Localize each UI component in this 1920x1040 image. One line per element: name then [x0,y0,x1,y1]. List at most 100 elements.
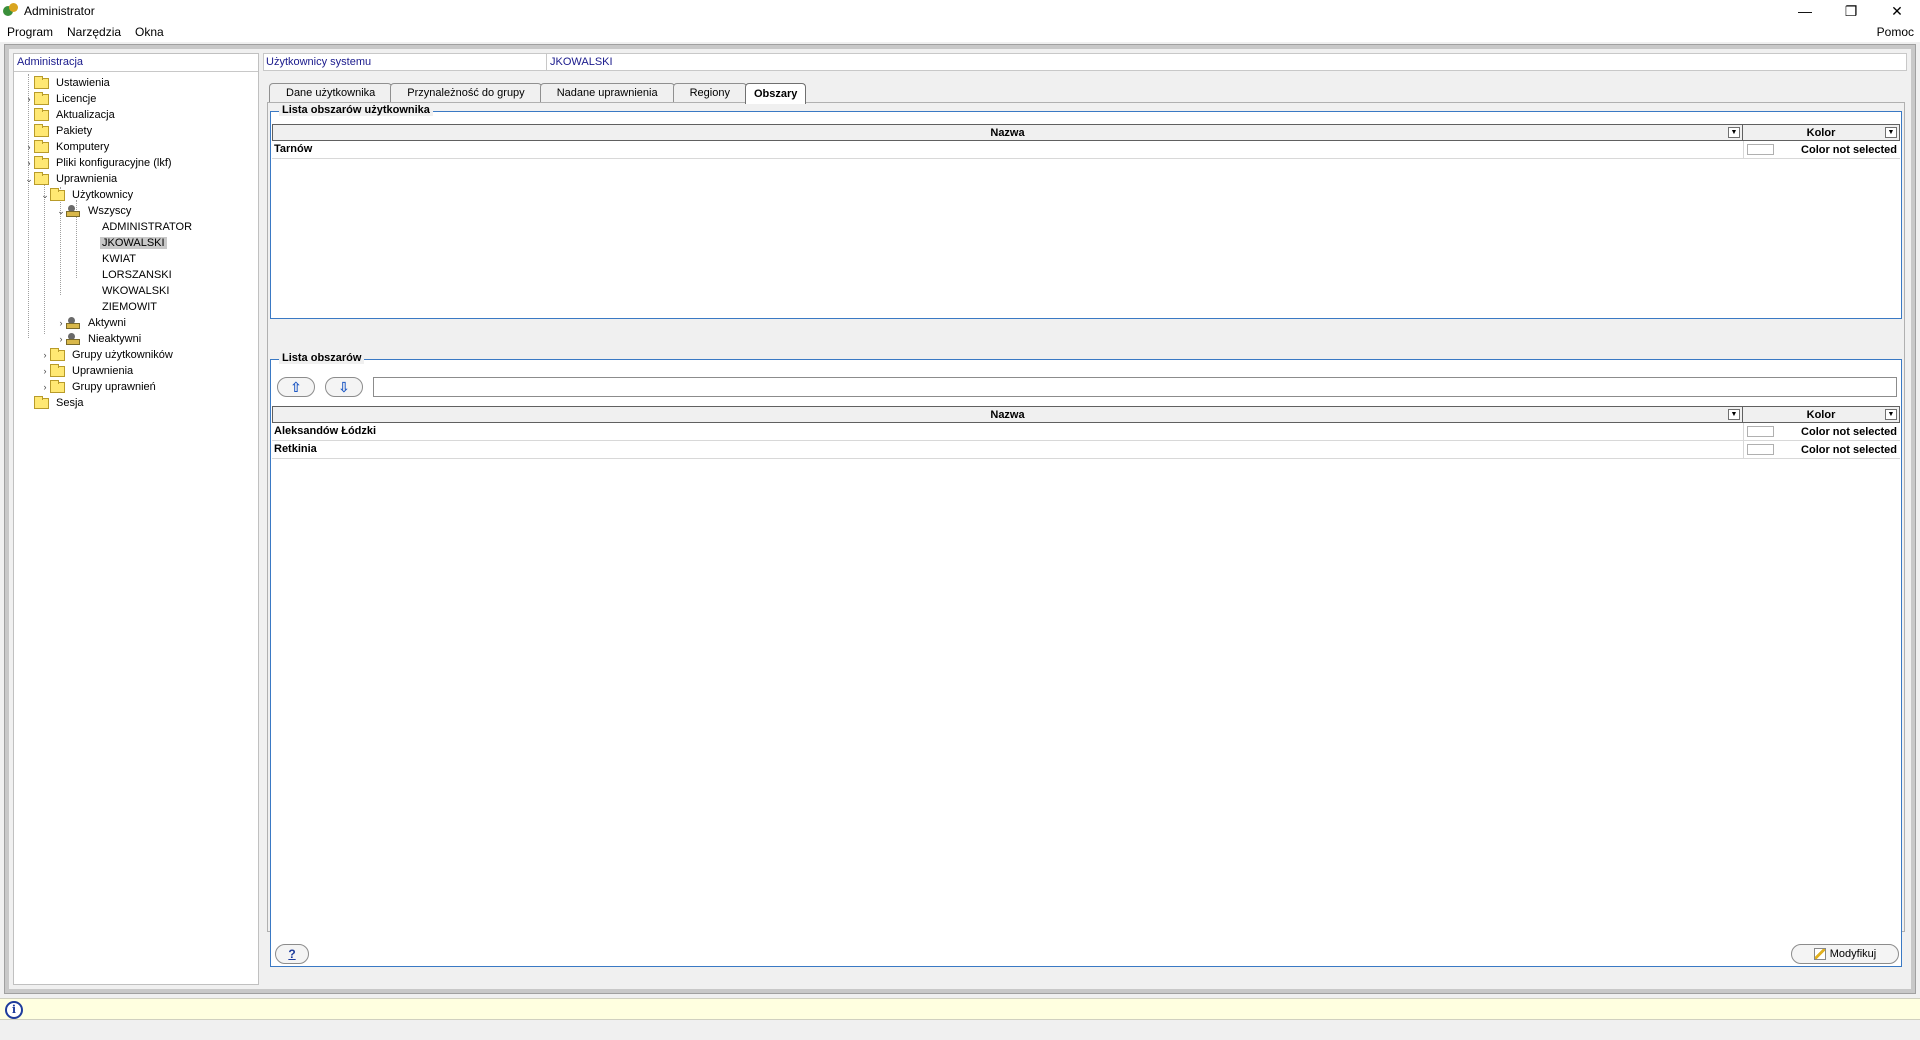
users-icon [66,333,82,345]
breadcrumb-section: Użytkownicy systemu [266,56,372,68]
modify-button[interactable]: Modyfikuj [1791,944,1899,964]
collapse-icon[interactable]: ⌄ [56,206,66,217]
close-button[interactable]: ✕ [1874,0,1920,22]
folder-icon [34,75,49,89]
filter-dropdown-icon[interactable]: ▼ [1728,409,1740,420]
window-title: Administrator [24,4,95,18]
nav-header: Administracja [14,54,258,72]
expand-icon[interactable]: › [24,94,34,104]
expand-icon[interactable]: › [24,158,34,168]
move-up-button[interactable]: ⇧ [277,377,315,397]
folder-icon [34,171,49,185]
folder-icon [50,187,65,201]
collapse-icon[interactable]: ⌄ [24,174,34,185]
action-bar: ? Modyfikuj [267,934,1905,978]
expand-icon[interactable]: › [24,142,34,152]
menu-pomoc[interactable]: Pomoc [1877,25,1914,39]
arrow-down-icon: ⇩ [338,378,350,395]
tree-item-uprawnienia-sub[interactable]: › Uprawnienia [14,363,258,379]
color-swatch[interactable] [1747,144,1774,155]
arrow-up-icon: ⇧ [290,378,302,395]
tab-strip: Dane użytkownika Przynależność do grupy … [269,83,807,104]
column-header-nazwa[interactable]: Nazwa ▼ [273,125,1743,140]
tree-item-user[interactable]: LORSZANSKI [14,267,258,283]
tree-item-grupy-uzytkownikow[interactable]: › Grupy użytkowników [14,347,258,363]
minimize-button[interactable]: — [1782,0,1828,22]
tab-regiony[interactable]: Regiony [672,83,747,103]
menu-narzedzia[interactable]: Narzędzia [60,25,128,39]
folder-icon [50,347,65,361]
users-icon [66,205,82,217]
menu-okna[interactable]: Okna [128,25,171,39]
tree-item-pliki-konfiguracyjne[interactable]: › Pliki konfiguracyjne (lkf) [14,155,258,171]
all-areas-group: Lista obszarów ⇧ ⇩ Nazwa ▼ Kolor ▼ Aleksan… [270,352,1902,967]
color-label: Color not selected [1801,443,1897,456]
folder-icon [34,139,49,153]
tab-dane-uzytkownika[interactable]: Dane użytkownika [269,83,393,103]
tree-item-uprawnienia[interactable]: ⌄ Uprawnienia [14,171,258,187]
tree-item-pakiety[interactable]: Pakiety [14,123,258,139]
folder-icon [34,155,49,169]
expand-icon[interactable]: › [40,382,50,392]
expand-icon[interactable]: › [40,366,50,376]
all-areas-grid: Nazwa ▼ Kolor ▼ Aleksandów Łódzki Color no… [272,406,1900,459]
tree-item-wszyscy[interactable]: ⌄ Wszyscy [14,203,258,219]
tree-item-user[interactable]: ADMINISTRATOR [14,219,258,235]
filter-dropdown-icon[interactable]: ▼ [1885,127,1897,138]
table-row[interactable]: Tarnów Color not selected [272,141,1900,159]
tree-item-user[interactable]: KWIAT [14,251,258,267]
folder-icon [34,123,49,137]
expand-icon[interactable]: › [56,334,66,344]
menu-bar: Program Narzędzia Okna Pomoc [0,22,1920,42]
all-areas-title: Lista obszarów [279,352,365,364]
color-swatch[interactable] [1747,444,1774,455]
tree-item-licencje[interactable]: › Licencje [14,91,258,107]
tree-item-grupy-uprawnien[interactable]: › Grupy uprawnień [14,379,258,395]
folder-icon [50,379,65,393]
tree-item-sesja[interactable]: Sesja [14,395,258,411]
users-icon [66,317,82,329]
tree-item-komputery[interactable]: › Komputery [14,139,258,155]
info-icon[interactable]: i [5,1001,23,1019]
expand-icon[interactable]: › [56,318,66,328]
tree-item-aktywni[interactable]: › Aktywni [14,315,258,331]
filter-dropdown-icon[interactable]: ▼ [1885,409,1897,420]
tree-item-user[interactable]: ZIEMOWIT [14,299,258,315]
filter-dropdown-icon[interactable]: ▼ [1728,127,1740,138]
color-swatch[interactable] [1747,426,1774,437]
user-areas-group: Lista obszarów użytkownika Nazwa ▼ Kolor ▼… [270,104,1902,319]
restore-button[interactable]: ❐ [1828,0,1874,22]
tree-item-aktualizacja[interactable]: Aktualizacja [14,107,258,123]
search-input[interactable] [373,377,1897,397]
table-row[interactable]: Retkinia Color not selected [272,441,1900,459]
user-areas-grid: Nazwa ▼ Kolor ▼ Tarnów Color not selected [272,124,1900,159]
move-down-button[interactable]: ⇩ [325,377,363,397]
expand-icon[interactable]: › [40,350,50,360]
column-header-kolor[interactable]: Kolor ▼ [1743,407,1899,422]
collapse-icon[interactable]: ⌄ [40,190,50,201]
navigation-panel: Administracja Ustawienia › Licencje Aktua… [13,53,259,985]
menu-program[interactable]: Program [0,25,60,39]
column-header-nazwa[interactable]: Nazwa ▼ [273,407,1743,422]
tab-panel-obszary: Lista obszarów użytkownika Nazwa ▼ Kolor ▼… [267,102,1905,967]
color-label: Color not selected [1801,425,1897,438]
area-name: Retkinia [272,441,1744,458]
tree-item-uzytkownicy[interactable]: ⌄ Użytkownicy [14,187,258,203]
tree-item-user-selected[interactable]: JKOWALSKI [14,235,258,251]
title-bar: Administrator — ❐ ✕ [0,0,1920,22]
help-button[interactable]: ? [275,944,309,964]
list-controls: ⇧ ⇩ [277,376,1897,398]
tree-item-nieaktywni[interactable]: › Nieaktywni [14,331,258,347]
tree-item-user[interactable]: WKOWALSKI [14,283,258,299]
tab-nadane-uprawnienia[interactable]: Nadane uprawnienia [539,83,675,103]
modify-label: Modyfikuj [1829,948,1877,960]
tab-przynaleznosc[interactable]: Przynależność do grupy [390,83,542,103]
grid-header: Nazwa ▼ Kolor ▼ [272,406,1900,423]
folder-icon [34,107,49,121]
column-header-kolor[interactable]: Kolor ▼ [1743,125,1899,140]
folder-icon [34,91,49,105]
tree-item-ustawienia[interactable]: Ustawienia [14,75,258,91]
folder-icon [34,395,49,409]
table-row[interactable]: Aleksandów Łódzki Color not selected [272,423,1900,441]
tab-obszary[interactable]: Obszary [744,83,807,104]
